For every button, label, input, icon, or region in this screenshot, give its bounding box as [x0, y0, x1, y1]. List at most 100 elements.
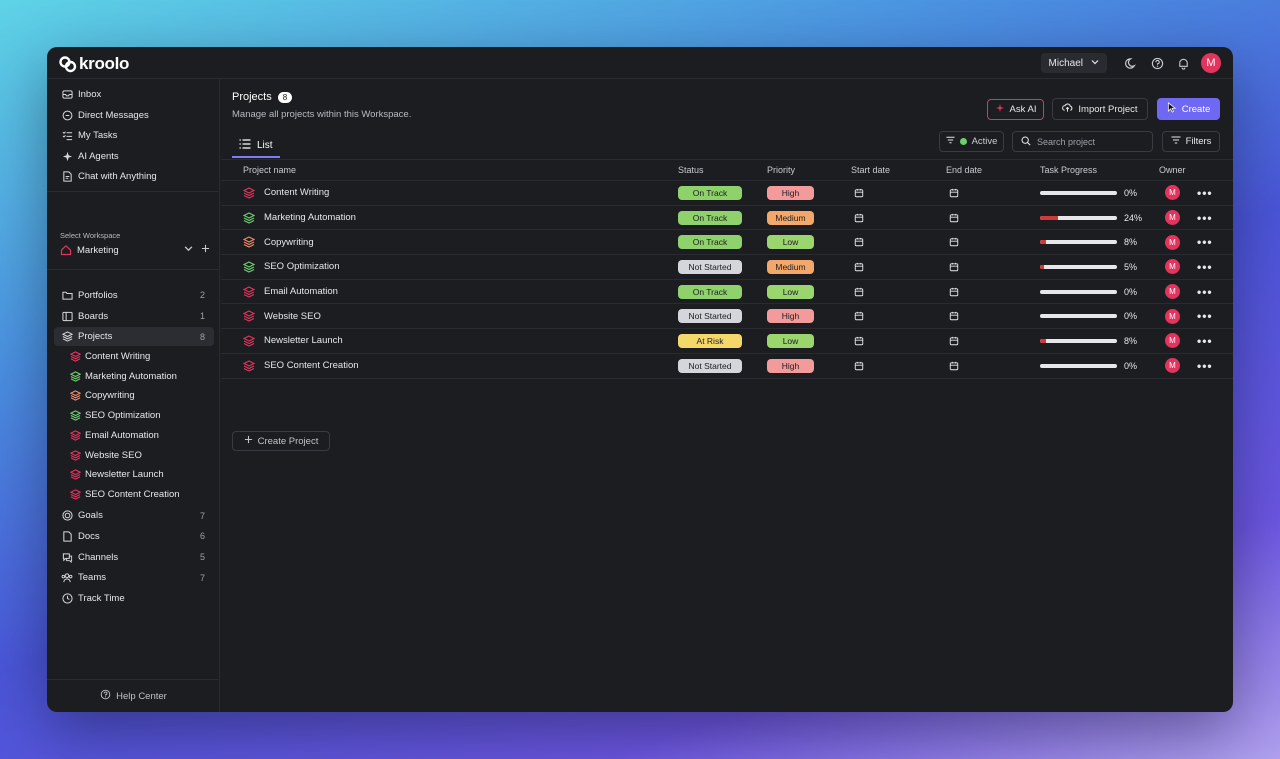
dark-mode-icon[interactable]: [1123, 55, 1139, 71]
sidebar-item-my-tasks[interactable]: My Tasks: [54, 126, 214, 145]
create-button[interactable]: Create: [1157, 98, 1220, 120]
project-name-cell[interactable]: Newsletter Launch: [243, 329, 343, 353]
ask-ai-button[interactable]: Ask AI: [987, 99, 1044, 120]
end-date-calendar-icon[interactable]: [949, 237, 959, 247]
sidebar-item-ai-agents[interactable]: AI Agents: [54, 147, 214, 166]
table-row[interactable]: SEO Content Creation Not Started High 0% M ••…: [221, 354, 1233, 379]
add-workspace-icon[interactable]: [201, 244, 210, 256]
priority-badge[interactable]: Low: [767, 284, 814, 299]
end-date-calendar-icon[interactable]: [949, 336, 959, 346]
sidebar-item-track-time[interactable]: Track Time: [54, 589, 214, 608]
sidebar-item-chat-with-anything[interactable]: Chat with Anything: [54, 167, 214, 186]
project-name-cell[interactable]: Content Writing: [243, 181, 329, 205]
create-project-button[interactable]: Create Project: [232, 431, 330, 451]
project-name-cell[interactable]: SEO Optimization: [243, 255, 340, 279]
sidebar-project-item[interactable]: Copywriting: [69, 387, 214, 405]
sidebar-project-item[interactable]: Newsletter Launch: [69, 466, 214, 484]
sidebar-item-portfolios[interactable]: Portfolios 2: [54, 286, 214, 305]
help-center-link[interactable]: Help Center: [47, 679, 220, 712]
sidebar-project-item[interactable]: SEO Content Creation: [69, 485, 214, 503]
priority-badge[interactable]: High: [767, 185, 814, 200]
table-row[interactable]: Website SEO Not Started High 0% M •••: [221, 304, 1233, 330]
table-row[interactable]: Newsletter Launch At Risk Low 8% M •••: [221, 329, 1233, 354]
start-date-calendar-icon[interactable]: [854, 237, 864, 247]
owner-avatar[interactable]: M: [1165, 284, 1180, 300]
more-options-icon[interactable]: •••: [1197, 334, 1213, 348]
owner-avatar[interactable]: M: [1165, 333, 1180, 349]
project-name-cell[interactable]: Website SEO: [243, 304, 321, 328]
project-name-cell[interactable]: Copywriting: [243, 230, 314, 254]
search-box[interactable]: [1012, 131, 1153, 152]
owner-avatar[interactable]: M: [1165, 308, 1180, 324]
project-name-cell[interactable]: Marketing Automation: [243, 206, 356, 230]
end-date-calendar-icon[interactable]: [949, 361, 959, 371]
import-project-button[interactable]: Import Project: [1052, 98, 1148, 120]
column-header-status[interactable]: Status: [678, 165, 704, 175]
more-options-icon[interactable]: •••: [1197, 211, 1213, 225]
owner-avatar[interactable]: M: [1165, 185, 1180, 201]
status-badge[interactable]: Not Started: [678, 358, 742, 373]
status-badge[interactable]: Not Started: [678, 259, 742, 274]
owner-avatar[interactable]: M: [1165, 210, 1180, 226]
more-options-icon[interactable]: •••: [1197, 186, 1213, 200]
user-select[interactable]: Michael: [1040, 53, 1107, 73]
start-date-calendar-icon[interactable]: [854, 336, 864, 346]
sidebar-project-item[interactable]: SEO Optimization: [69, 407, 214, 425]
priority-badge[interactable]: High: [767, 309, 814, 324]
table-row[interactable]: Email Automation On Track Low 0% M •••: [221, 280, 1233, 305]
column-header-project-name[interactable]: Project name: [243, 165, 296, 175]
table-row[interactable]: Content Writing On Track High 0% M •••: [221, 181, 1233, 206]
active-filter-button[interactable]: Active: [939, 131, 1004, 152]
priority-badge[interactable]: Medium: [767, 259, 814, 274]
chevron-down-icon[interactable]: [184, 244, 193, 256]
status-badge[interactable]: On Track: [678, 210, 742, 225]
table-row[interactable]: Copywriting On Track Low 8% M •••: [221, 230, 1233, 256]
logo[interactable]: kroolo: [59, 54, 129, 74]
sidebar-item-channels[interactable]: Channels 5: [54, 548, 214, 567]
start-date-calendar-icon[interactable]: [854, 213, 864, 223]
priority-badge[interactable]: Low: [767, 235, 814, 250]
more-options-icon[interactable]: •••: [1197, 260, 1213, 274]
more-options-icon[interactable]: •••: [1197, 359, 1213, 373]
end-date-calendar-icon[interactable]: [949, 213, 959, 223]
status-badge[interactable]: On Track: [678, 284, 742, 299]
more-options-icon[interactable]: •••: [1197, 285, 1213, 299]
filters-button[interactable]: Filters: [1162, 131, 1220, 152]
column-header-priority[interactable]: Priority: [767, 165, 795, 175]
priority-badge[interactable]: Low: [767, 333, 814, 348]
notification-bell-icon[interactable]: [1175, 55, 1191, 71]
tab-list[interactable]: List: [232, 139, 280, 158]
start-date-calendar-icon[interactable]: [854, 287, 864, 297]
workspace-selector[interactable]: Marketing: [60, 242, 210, 258]
search-input[interactable]: [1037, 136, 1147, 147]
end-date-calendar-icon[interactable]: [949, 311, 959, 321]
end-date-calendar-icon[interactable]: [949, 262, 959, 272]
more-options-icon[interactable]: •••: [1197, 235, 1213, 249]
owner-avatar[interactable]: M: [1165, 234, 1180, 250]
sidebar-item-docs[interactable]: Docs 6: [54, 527, 214, 546]
status-badge[interactable]: On Track: [678, 235, 742, 250]
sidebar-project-item[interactable]: Website SEO: [69, 446, 214, 464]
start-date-calendar-icon[interactable]: [854, 188, 864, 198]
owner-avatar[interactable]: M: [1165, 358, 1180, 374]
status-badge[interactable]: At Risk: [678, 333, 742, 348]
sidebar-item-boards[interactable]: Boards 1: [54, 307, 214, 326]
sidebar-item-teams[interactable]: Teams 7: [54, 568, 214, 587]
sidebar-item-direct-messages[interactable]: Direct Messages: [54, 106, 214, 125]
sidebar-project-item[interactable]: Marketing Automation: [69, 367, 214, 385]
status-badge[interactable]: Not Started: [678, 309, 742, 324]
sidebar-item-projects[interactable]: Projects 8: [54, 327, 214, 346]
owner-avatar[interactable]: M: [1165, 259, 1180, 275]
column-header-end-date[interactable]: End date: [946, 165, 982, 175]
project-name-cell[interactable]: SEO Content Creation: [243, 354, 359, 378]
sidebar-project-item[interactable]: Email Automation: [69, 426, 214, 444]
start-date-calendar-icon[interactable]: [854, 311, 864, 321]
more-options-icon[interactable]: •••: [1197, 309, 1213, 323]
user-avatar[interactable]: M: [1201, 53, 1221, 73]
priority-badge[interactable]: High: [767, 358, 814, 373]
start-date-calendar-icon[interactable]: [854, 262, 864, 272]
column-header-start-date[interactable]: Start date: [851, 165, 890, 175]
project-name-cell[interactable]: Email Automation: [243, 280, 338, 304]
table-row[interactable]: SEO Optimization Not Started Medium 5% M •••: [221, 255, 1233, 280]
help-icon[interactable]: [1149, 55, 1165, 71]
